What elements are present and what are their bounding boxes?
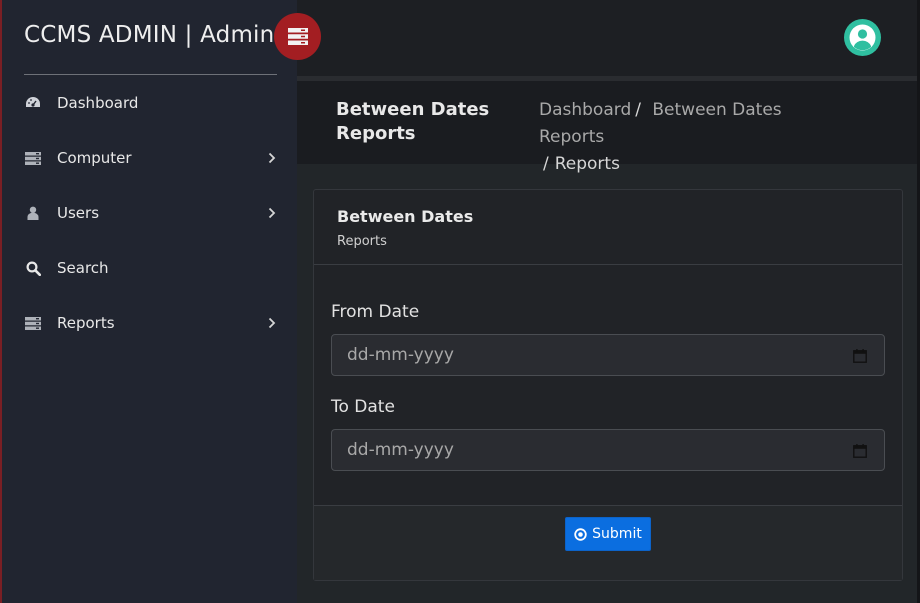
menu-toggle-icon <box>287 28 308 45</box>
sidebar-item-label: Reports <box>57 314 115 332</box>
from-date-placeholder: dd-mm-yyyy <box>347 345 454 365</box>
sidebar-item-dashboard[interactable]: Dashboard <box>2 85 297 121</box>
to-date-input[interactable]: dd-mm-yyyy <box>331 429 885 471</box>
user-icon <box>24 204 42 222</box>
sidebar: CCMS ADMIN | Admin Dashboard Computer Us… <box>0 0 297 603</box>
user-avatar-button[interactable] <box>844 19 881 56</box>
from-date-input[interactable]: dd-mm-yyyy <box>331 334 885 376</box>
sidebar-item-reports[interactable]: Reports <box>2 305 297 341</box>
sidebar-item-computer[interactable]: Computer <box>2 140 297 176</box>
submit-label: Submit <box>592 526 642 542</box>
breadcrumb-dashboard[interactable]: Dashboard <box>539 100 631 120</box>
sidebar-item-users[interactable]: Users <box>2 195 297 231</box>
sidebar-item-label: Users <box>57 204 100 222</box>
dot-circle-icon <box>574 527 587 541</box>
menu-toggle-button[interactable] <box>274 13 321 60</box>
search-icon <box>24 259 42 277</box>
to-date-placeholder: dd-mm-yyyy <box>347 440 454 460</box>
user-avatar-icon <box>847 22 878 53</box>
sidebar-item-label: Search <box>57 259 109 277</box>
calendar-icon[interactable] <box>853 348 867 368</box>
page-title: Between Dates Reports <box>336 99 490 144</box>
chevron-right-icon <box>266 152 278 164</box>
calendar-icon[interactable] <box>853 443 867 463</box>
breadcrumb: Dashboard / Between Dates Reports / Report… <box>539 100 782 174</box>
chevron-right-icon <box>266 317 278 329</box>
brand-divider <box>24 74 277 75</box>
card-title: Between Dates <box>337 207 474 226</box>
sidebar-item-search[interactable]: Search <box>2 250 297 286</box>
sidebar-item-label: Computer <box>57 149 132 167</box>
brand-title: CCMS ADMIN | Admin <box>24 22 275 48</box>
submit-button[interactable]: Submit <box>565 517 651 551</box>
server-icon <box>24 149 42 167</box>
from-date-label: From Date <box>331 302 420 322</box>
card-header: Between Dates Reports <box>314 190 902 265</box>
dashboard-icon <box>24 94 42 112</box>
top-navbar <box>297 0 920 76</box>
sidebar-item-label: Dashboard <box>57 94 139 112</box>
server-icon <box>24 314 42 332</box>
breadcrumb-current: Reports <box>554 154 620 174</box>
card-subtitle: Reports <box>337 234 387 249</box>
chevron-right-icon <box>266 207 278 219</box>
to-date-label: To Date <box>331 397 395 417</box>
